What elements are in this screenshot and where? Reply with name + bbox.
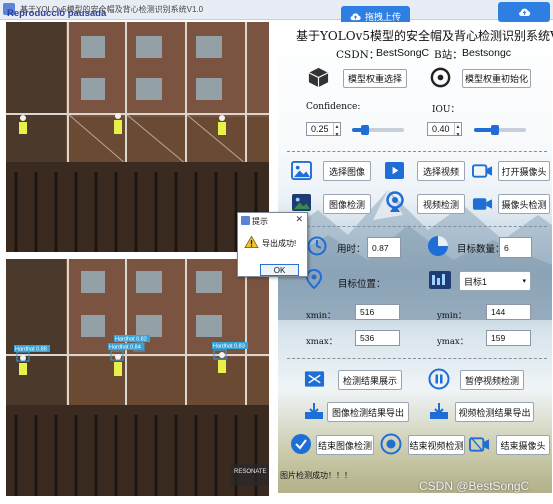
video-icon <box>385 161 404 180</box>
xmin-value: 516 <box>355 304 400 320</box>
show-results-button[interactable]: 检测结果展示 <box>338 370 402 390</box>
xmin-label: xmin： <box>306 311 336 321</box>
display-icon <box>304 371 325 387</box>
playback-paused-overlay: Reproducció pausada <box>7 8 107 19</box>
bili-label: B站： <box>434 49 463 61</box>
confidence-slider[interactable] <box>352 125 404 135</box>
app-title: 基于YOLOv5模型的安全帽及背心检测识别系统V1.0 <box>296 29 553 43</box>
spin-arrows-icon[interactable]: ▲ ▼ <box>454 123 461 138</box>
resonate-sign: RESONATE <box>234 469 267 475</box>
section-divider <box>287 151 547 152</box>
end-camera-button[interactable]: 结束摄像头 <box>496 435 550 455</box>
iou-value: 0.40 <box>432 124 450 134</box>
camera-off-icon <box>469 436 490 452</box>
section-divider <box>287 226 547 227</box>
location-pin-icon <box>306 269 322 289</box>
target-selected: 目标1 <box>464 276 488 287</box>
confidence-slider-handle[interactable] <box>361 125 369 135</box>
ymax-value: 159 <box>486 330 531 346</box>
pause-video-button[interactable]: 暂停视频检测 <box>460 370 524 390</box>
ymin-value: 144 <box>486 304 531 320</box>
video-camera-icon <box>472 198 493 210</box>
export-video-button[interactable]: 视频检测结果导出 <box>455 402 534 422</box>
dialog-app-icon <box>241 216 250 225</box>
count-label: 目标数量： <box>457 244 505 255</box>
target-dropdown[interactable]: 目标1 ▾ <box>459 271 531 291</box>
select-image-button[interactable]: 选择图像 <box>323 161 371 181</box>
csdn-value: BestSongC <box>376 47 430 59</box>
timer-icon <box>307 236 327 256</box>
confidence-label: Confidence: <box>306 102 361 112</box>
csdn-watermark: CSDN @BestSongC <box>419 479 530 493</box>
camera-detect-button[interactable]: 摄像头检测 <box>498 194 550 214</box>
pause-icon <box>428 368 450 390</box>
xmax-label: xmax： <box>306 337 338 347</box>
export-icon <box>430 403 448 419</box>
detection-label: Hardhat 0.88 <box>15 347 47 353</box>
ymin-label: ymin： <box>437 311 467 321</box>
model-select-button[interactable]: 模型权重选择 <box>343 69 407 88</box>
select-video-button[interactable]: 选择视频 <box>417 161 465 181</box>
iou-label: IOU： <box>432 105 460 115</box>
detection-result-image: Hardhat 0.88 Hardhat 0.84 Hardhat 0.83 H… <box>6 259 269 496</box>
stop-circle-icon <box>380 433 402 455</box>
video-detect-button[interactable]: 视频检测 <box>417 194 465 214</box>
check-circle-icon <box>291 434 311 454</box>
spin-arrows-icon[interactable]: ▲ ▼ <box>333 123 340 138</box>
time-label: 用时： <box>337 244 366 255</box>
dialog-ok-button[interactable]: OK <box>260 264 299 276</box>
dialog-message: 导出成功! <box>262 239 297 248</box>
ymax-label: ymax： <box>437 337 469 347</box>
export-image-button[interactable]: 图像检测结果导出 <box>327 402 409 422</box>
detection-label: Hardhat 0.83 <box>213 344 245 350</box>
end-video-button[interactable]: 结束视频检测 <box>408 435 465 455</box>
open-camera-button[interactable]: 打开摄像头 <box>498 161 550 181</box>
detection-label: Hardhat 0.82 <box>115 337 147 343</box>
detection-result-view[interactable]: Hardhat 0.88 Hardhat 0.84 Hardhat 0.83 H… <box>6 259 269 496</box>
end-image-button[interactable]: 结束图像检测 <box>316 435 374 455</box>
drag-upload-label: 拖拽上传 <box>364 11 401 22</box>
image-detect-icon <box>292 193 311 212</box>
pie-chart-icon <box>428 236 448 256</box>
dialog-title: 提示 <box>252 217 268 226</box>
count-value: 6 <box>499 237 532 258</box>
settings-icon <box>430 67 451 88</box>
webcam-icon <box>386 191 404 212</box>
construction-scene-image <box>6 22 269 252</box>
export-icon <box>305 403 323 419</box>
chevron-down-icon: ▾ <box>522 278 526 285</box>
original-image-view[interactable] <box>6 22 269 252</box>
image-icon <box>291 161 312 180</box>
dialog-close-icon[interactable]: ✕ <box>295 214 303 225</box>
confidence-value: 0.25 <box>311 124 329 134</box>
cloud-upload-icon <box>518 8 530 17</box>
cube-icon <box>308 67 329 88</box>
info-dialog: 提示 ✕ 导出成功! OK <box>237 212 308 277</box>
csdn-label: CSDN： <box>336 49 380 61</box>
position-label: 目标位置： <box>338 279 386 290</box>
bili-value: Bestsongc <box>462 47 512 59</box>
image-detect-button[interactable]: 图像检测 <box>323 194 371 214</box>
cloud-upload-icon <box>350 12 361 20</box>
confidence-spinbox[interactable]: 0.25 ▲ ▼ <box>306 122 341 138</box>
xmax-value: 536 <box>355 330 400 346</box>
detection-label: Hardhat 0.84 <box>109 345 141 351</box>
warning-icon <box>244 235 259 248</box>
drag-upload-side-button[interactable] <box>498 2 550 22</box>
section-divider <box>287 358 547 359</box>
iou-slider-handle[interactable] <box>490 125 499 135</box>
time-value: 0.87 <box>367 237 401 258</box>
iou-spinbox[interactable]: 0.40 ▲ ▼ <box>427 122 462 138</box>
target-list-icon <box>429 271 451 289</box>
camera-icon <box>472 164 493 178</box>
iou-slider[interactable] <box>474 125 526 135</box>
model-init-button[interactable]: 模型权重初始化 <box>462 69 531 88</box>
